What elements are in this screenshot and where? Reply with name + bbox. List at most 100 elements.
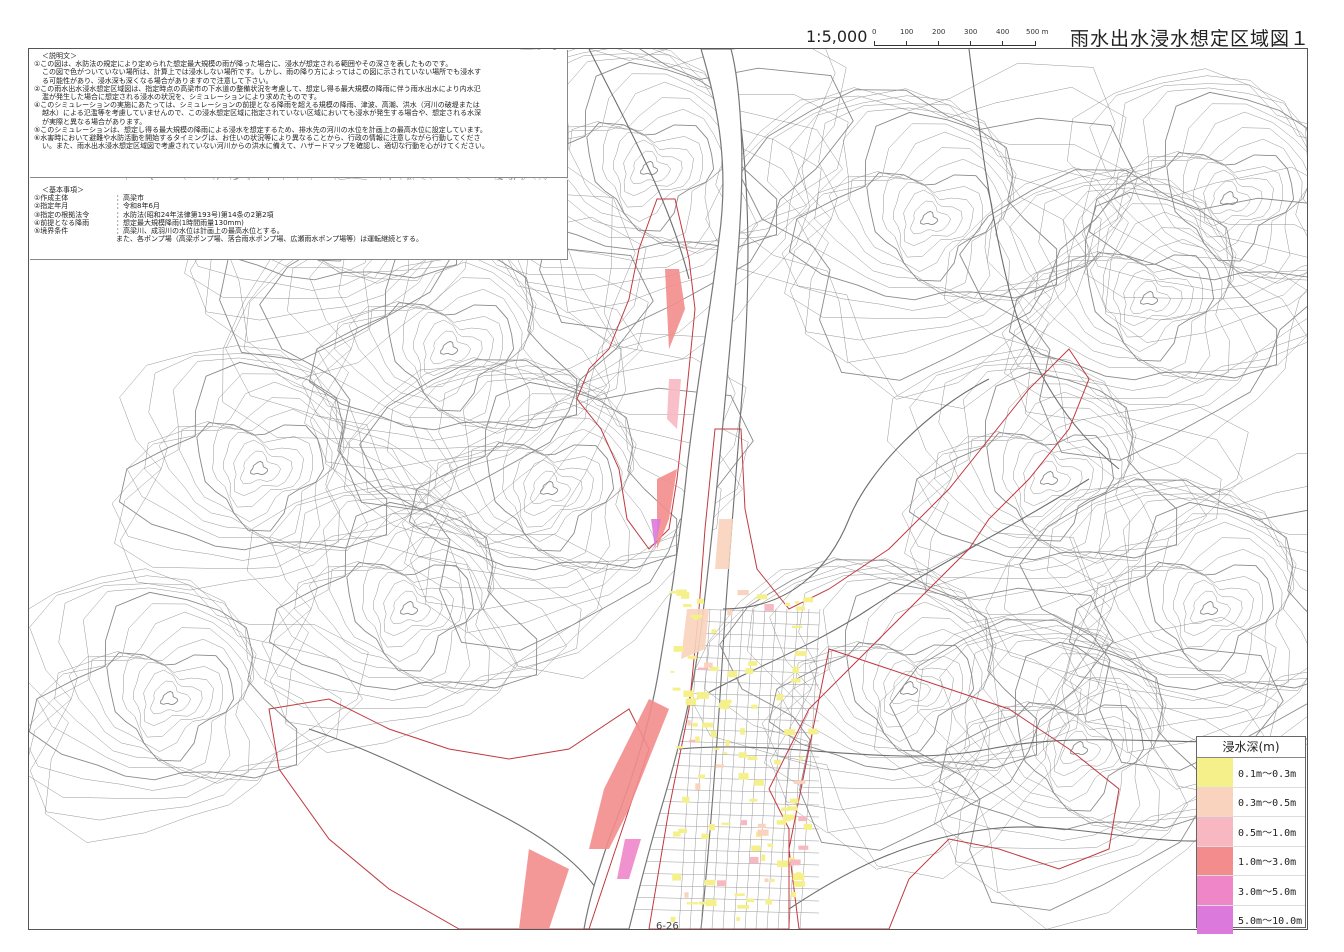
inundation-block (718, 702, 724, 708)
contour-line (764, 573, 1082, 790)
contour-line (373, 572, 454, 648)
contour-line (920, 210, 938, 226)
inundation-block (808, 728, 818, 735)
inundation-block (748, 661, 758, 666)
inundation-block (673, 646, 684, 652)
contour-line (705, 62, 1116, 409)
contour-line (808, 617, 992, 769)
description-line: 越水）による氾濫等を考慮していませんので、この浸水想定区域に指定されていない区域… (42, 109, 482, 118)
inundation-block (738, 752, 747, 758)
inundation-block (746, 898, 755, 903)
inundation-block (669, 591, 677, 594)
description-line: ⑥水害時において避難や水防活動を開始するタイミングは、お住いの状況等により異なる… (34, 134, 481, 143)
description-heading: ＜説明文＞ (42, 52, 77, 60)
street (744, 608, 766, 929)
contour-line (959, 169, 1307, 461)
contour-line (1067, 68, 1307, 343)
description-line: る可能性があり、浸水深も深くなる場合がありますので注意して下さい。 (42, 76, 273, 85)
contour-line (1114, 111, 1307, 284)
inundation-block (798, 756, 803, 760)
legend-item: 0.5m～1.0m (1197, 817, 1305, 847)
basic-item-key: ④前提となる降雨 (34, 218, 90, 227)
inundation-block (777, 860, 789, 868)
contour-line (873, 652, 954, 728)
inundation-block (727, 609, 733, 616)
inundation-block (767, 843, 774, 847)
contour-line (250, 460, 268, 476)
legend: 浸水深(m) 0.1m～0.3m 0.3m～0.5m 0.5m～1.0m 1.0… (1196, 736, 1306, 934)
contour-line (158, 397, 342, 549)
inundation-block (701, 833, 709, 839)
contour-line (429, 330, 471, 364)
inundation-block (673, 831, 681, 837)
basic-item: ①作成主体 ：高梁市 (34, 194, 563, 202)
contour-line (223, 432, 304, 508)
contour-line (1173, 572, 1254, 648)
inundation-block (765, 899, 773, 905)
legend-swatch (1197, 846, 1233, 875)
inundation-block (795, 606, 805, 611)
inundation-block (789, 798, 799, 804)
inundation-block (714, 747, 720, 750)
inundation-block (761, 854, 766, 862)
inundation-block (749, 798, 758, 802)
legend-label: 3.0m～5.0m (1238, 886, 1297, 898)
inundation-block (696, 598, 704, 604)
contour-line (212, 424, 313, 522)
inundation-area (665, 269, 685, 349)
inundation-block (756, 594, 767, 600)
contour-line (513, 452, 594, 528)
street (766, 608, 788, 929)
inundation-block (745, 667, 754, 674)
contour-line (502, 444, 603, 542)
inundation-block (723, 703, 731, 707)
description-line: ④このシミュレーションの実施にあたっては、シミュレーションの前提となる降雨を超え… (34, 101, 480, 110)
inundation-block (676, 589, 687, 596)
contour-line (828, 147, 1012, 299)
inundation-block (692, 722, 698, 727)
contour-line (149, 680, 191, 714)
street (628, 848, 820, 854)
inundation-areas (519, 269, 818, 929)
inundation-area (715, 519, 733, 569)
basic-item-key: ③指定の根拠法令 (34, 210, 90, 219)
scale-bar: 0 100 200 300 400 500 m (872, 28, 1052, 50)
contour-line (122, 654, 223, 752)
inundation-block (791, 892, 796, 898)
legend-label: 1.0m～3.0m (1238, 857, 1297, 869)
description-line: ②この雨水出水浸水想定区域図は、指定時点の高梁市の下水道の整備状況を考慮して、想… (34, 84, 481, 93)
inundation-block (793, 780, 806, 784)
inundation-block (727, 670, 738, 678)
inundation-block (715, 764, 725, 768)
contour-line (893, 182, 974, 258)
contour-line (529, 470, 571, 504)
contour-line (160, 690, 178, 706)
basic-item: ⑤境界条件 ：高梁川、成羽川の水位は計画上の最高水位とする。 (34, 227, 563, 235)
inundation-block (782, 814, 791, 822)
inundation-block (749, 856, 759, 864)
contour-line (1102, 254, 1203, 352)
contour-line (1043, 712, 1124, 788)
contour-line (978, 677, 1162, 829)
scale-tick-label: 0 (872, 28, 877, 36)
inundation-block (683, 690, 695, 697)
inundation-block (696, 691, 709, 699)
legend-label: 0.3m～0.5m (1238, 798, 1297, 810)
inundation-block (793, 881, 805, 887)
street (676, 656, 820, 662)
contour-line (1013, 442, 1094, 518)
map-scale: 1:5,000 (806, 27, 868, 46)
inundation-block (684, 892, 689, 898)
legend-title: 浸水深(m) (1197, 737, 1305, 758)
inundation-block (791, 678, 801, 683)
contour-line (909, 355, 1243, 601)
inundation-boundary (788, 648, 1120, 929)
inundation-block (695, 736, 700, 742)
contour-line (900, 680, 918, 696)
inundation-block (774, 759, 781, 765)
inundation-block (723, 752, 728, 755)
scale-tick-label: 300 (964, 28, 978, 36)
contour-line (1068, 501, 1307, 691)
inundation-block (736, 917, 740, 922)
scale-bar-tick (906, 41, 907, 45)
